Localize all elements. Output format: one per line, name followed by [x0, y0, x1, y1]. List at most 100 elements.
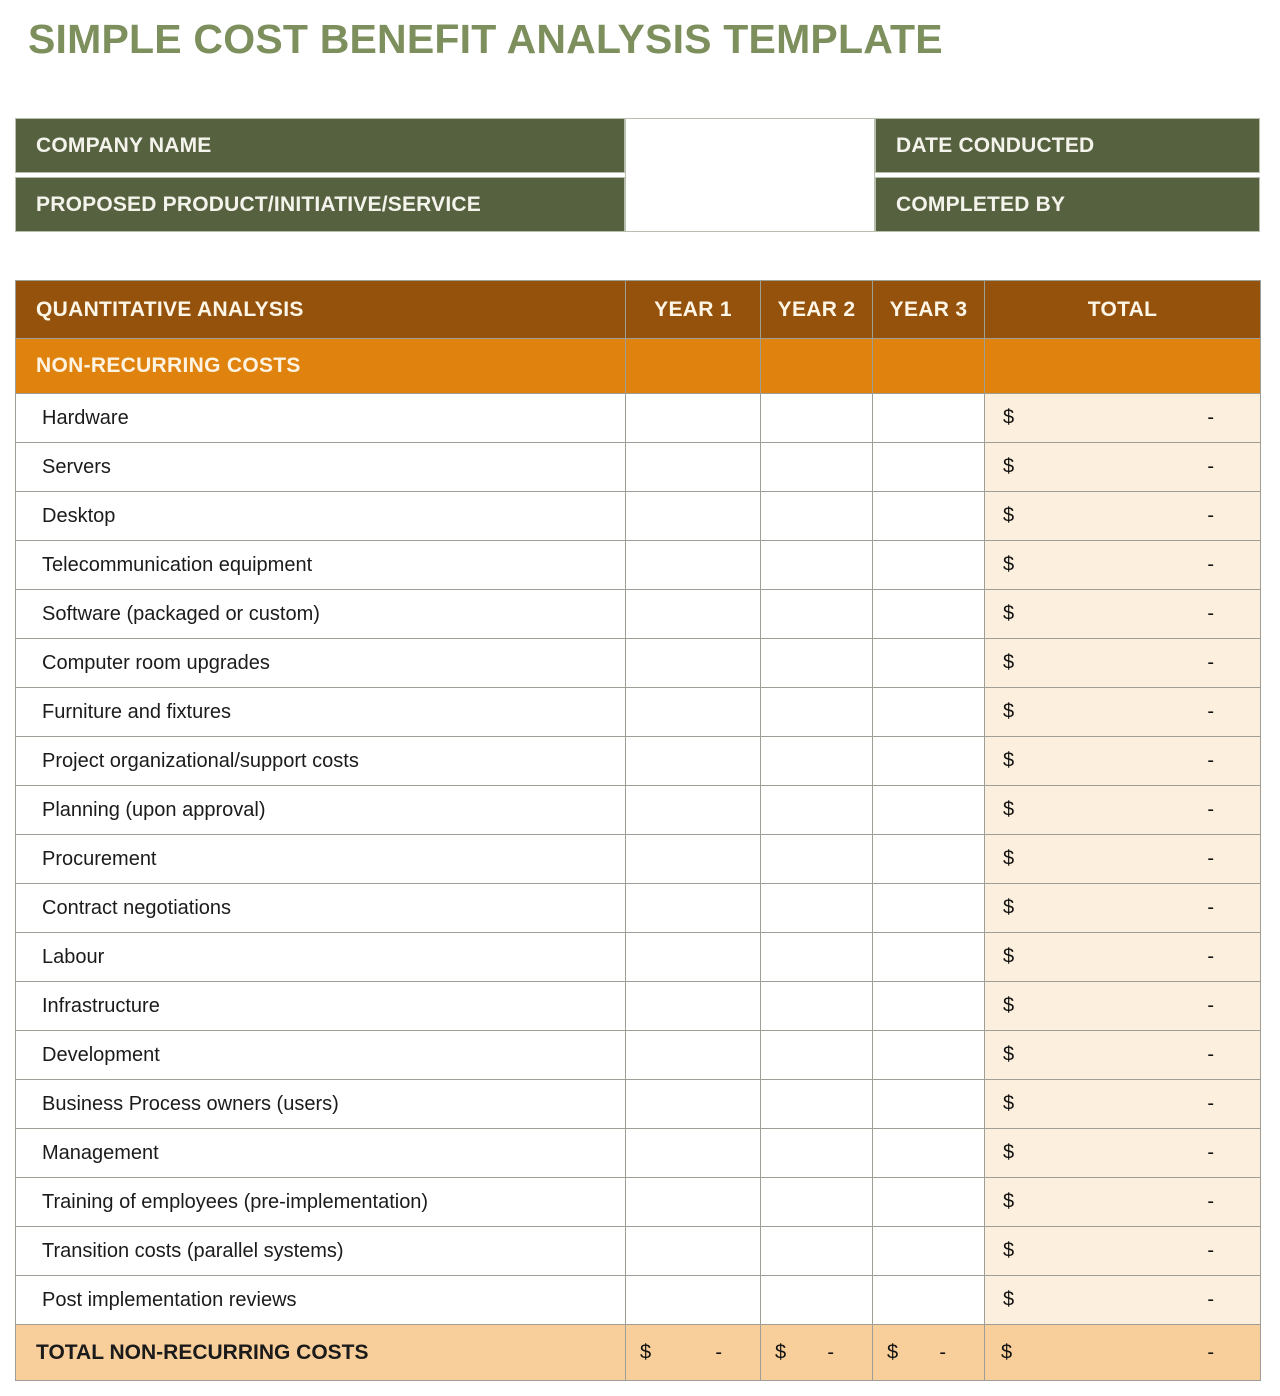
row-year2-input[interactable] — [760, 932, 873, 982]
row-year2-input[interactable] — [760, 1128, 873, 1178]
row-year1-input[interactable] — [625, 540, 761, 590]
row-total-cell: $ - — [984, 393, 1261, 443]
table-row: Planning (upon approval) $ - — [15, 785, 1261, 835]
subsection-non-recurring-costs: NON-RECURRING COSTS — [15, 338, 626, 394]
currency-symbol: $ — [1003, 602, 1015, 625]
row-total-value: - — [1207, 847, 1214, 870]
row-year2-input[interactable] — [760, 638, 873, 688]
row-year3-input[interactable] — [872, 687, 985, 737]
row-year3-input[interactable] — [872, 442, 985, 492]
row-year2-input[interactable] — [760, 981, 873, 1031]
row-year1-input[interactable] — [625, 638, 761, 688]
row-label: Training of employees (pre-implementatio… — [15, 1177, 626, 1227]
row-year1-input[interactable] — [625, 834, 761, 884]
total-year3-cell: $ - — [872, 1324, 985, 1381]
row-total-value: - — [1207, 1092, 1214, 1115]
row-year2-input[interactable] — [760, 1275, 873, 1325]
row-year2-input[interactable] — [760, 540, 873, 590]
row-label: Infrastructure — [15, 981, 626, 1031]
row-year3-input[interactable] — [872, 1030, 985, 1080]
row-year2-input[interactable] — [760, 1030, 873, 1080]
row-year1-input[interactable] — [625, 1030, 761, 1080]
row-year1-input[interactable] — [625, 932, 761, 982]
row-year3-input[interactable] — [872, 1275, 985, 1325]
row-year2-input[interactable] — [760, 589, 873, 639]
table-row: Project organizational/support costs $ - — [15, 736, 1261, 786]
row-year3-input[interactable] — [872, 393, 985, 443]
row-year3-input[interactable] — [872, 883, 985, 933]
row-label: Labour — [15, 932, 626, 982]
row-label: Telecommunication equipment — [15, 540, 626, 590]
row-year3-input[interactable] — [872, 1177, 985, 1227]
total-year1-value: - — [715, 1341, 722, 1363]
row-year1-input[interactable] — [625, 1079, 761, 1129]
currency-symbol: $ — [1003, 1092, 1015, 1115]
row-year1-input[interactable] — [625, 883, 761, 933]
row-year2-input[interactable] — [760, 491, 873, 541]
table-row: Labour $ - — [15, 932, 1261, 982]
row-year2-input[interactable] — [760, 687, 873, 737]
row-year3-input[interactable] — [872, 981, 985, 1031]
row-year3-input[interactable] — [872, 491, 985, 541]
currency-symbol: $ — [1003, 504, 1015, 527]
row-year3-input[interactable] — [872, 1079, 985, 1129]
table-row: Business Process owners (users) $ - — [15, 1079, 1261, 1129]
row-year3-input[interactable] — [872, 540, 985, 590]
total-total-value: - — [1207, 1341, 1214, 1363]
row-year2-input[interactable] — [760, 1177, 873, 1227]
row-total-cell: $ - — [984, 1030, 1261, 1080]
subsection-year-1-cell — [625, 338, 761, 394]
info-input-field[interactable] — [625, 118, 875, 232]
row-year1-input[interactable] — [625, 1226, 761, 1276]
row-year1-input[interactable] — [625, 736, 761, 786]
row-label: Post implementation reviews — [15, 1275, 626, 1325]
row-year2-input[interactable] — [760, 1079, 873, 1129]
total-year3-value: - — [939, 1341, 946, 1363]
row-total-value: - — [1207, 504, 1214, 527]
row-label: Development — [15, 1030, 626, 1080]
currency-symbol: $ — [1001, 1341, 1013, 1363]
row-year1-input[interactable] — [625, 1275, 761, 1325]
currency-symbol: $ — [1003, 455, 1015, 478]
row-total-cell: $ - — [984, 785, 1261, 835]
row-year1-input[interactable] — [625, 393, 761, 443]
row-year3-input[interactable] — [872, 834, 985, 884]
row-year3-input[interactable] — [872, 932, 985, 982]
row-year3-input[interactable] — [872, 1226, 985, 1276]
row-total-value: - — [1207, 798, 1214, 821]
row-year1-input[interactable] — [625, 687, 761, 737]
row-year3-input[interactable] — [872, 589, 985, 639]
row-year2-input[interactable] — [760, 1226, 873, 1276]
header-total: TOTAL — [984, 280, 1261, 339]
row-total-value: - — [1207, 1043, 1214, 1066]
row-year3-input[interactable] — [872, 785, 985, 835]
header-year-1: YEAR 1 — [625, 280, 761, 339]
row-year2-input[interactable] — [760, 442, 873, 492]
row-total-value: - — [1207, 994, 1214, 1017]
row-year1-input[interactable] — [625, 981, 761, 1031]
row-label: Contract negotiations — [15, 883, 626, 933]
row-year1-input[interactable] — [625, 785, 761, 835]
row-year2-input[interactable] — [760, 736, 873, 786]
table-row: Infrastructure $ - — [15, 981, 1261, 1031]
row-total-value: - — [1207, 651, 1214, 674]
row-total-value: - — [1207, 1288, 1214, 1311]
row-year1-input[interactable] — [625, 589, 761, 639]
row-year1-input[interactable] — [625, 442, 761, 492]
row-label: Hardware — [15, 393, 626, 443]
row-year1-input[interactable] — [625, 1128, 761, 1178]
row-year2-input[interactable] — [760, 883, 873, 933]
currency-symbol: $ — [1003, 749, 1015, 772]
row-year2-input[interactable] — [760, 785, 873, 835]
row-year1-input[interactable] — [625, 491, 761, 541]
row-year3-input[interactable] — [872, 638, 985, 688]
row-year3-input[interactable] — [872, 736, 985, 786]
row-year1-input[interactable] — [625, 1177, 761, 1227]
row-year2-input[interactable] — [760, 834, 873, 884]
row-year2-input[interactable] — [760, 393, 873, 443]
row-total-cell: $ - — [984, 540, 1261, 590]
row-year3-input[interactable] — [872, 1128, 985, 1178]
header-year-2: YEAR 2 — [760, 280, 873, 339]
table-row: Transition costs (parallel systems) $ - — [15, 1226, 1261, 1276]
row-total-cell: $ - — [984, 981, 1261, 1031]
